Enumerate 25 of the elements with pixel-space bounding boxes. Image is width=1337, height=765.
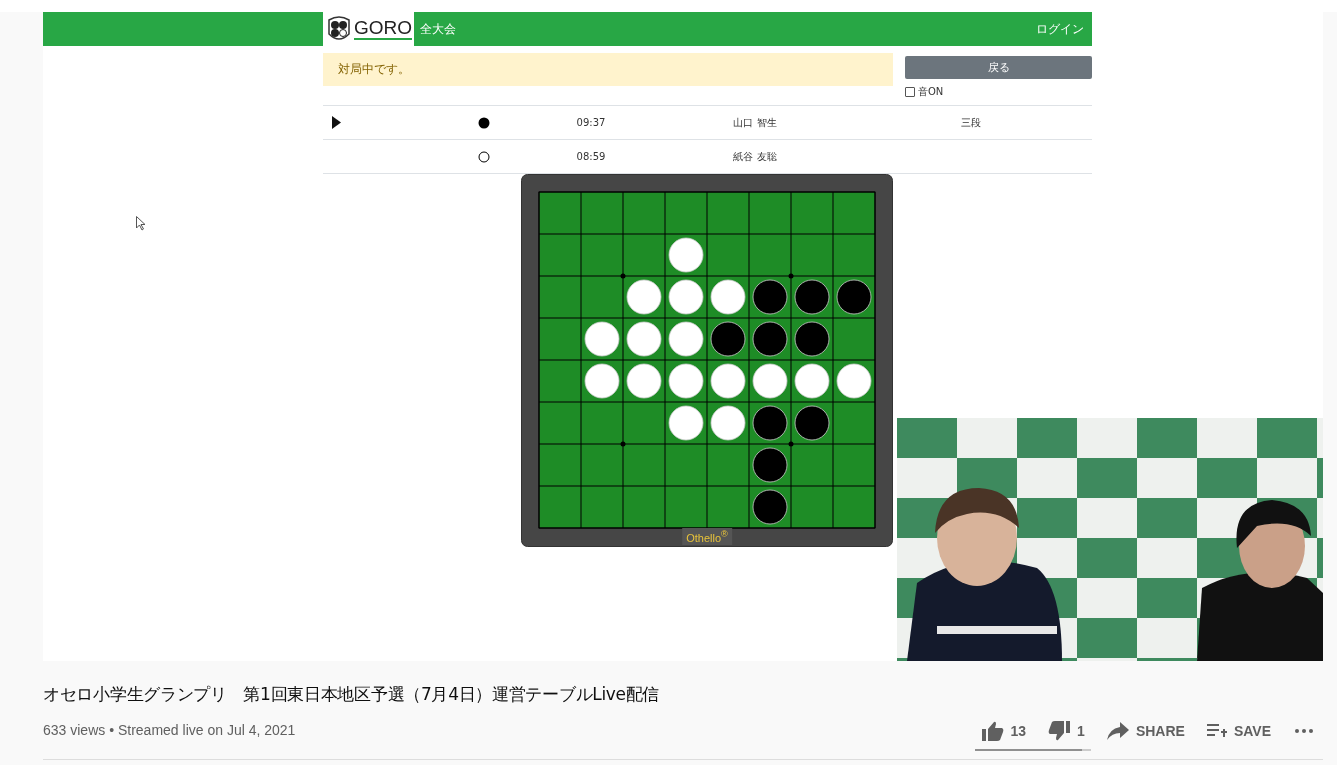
- video-title: オセロ小学生グランプリ 第1回東日本地区予選（7月4日）運営テーブルLive配信: [43, 683, 661, 706]
- time-remaining: 09:37: [576, 117, 606, 128]
- thumbs-down-icon: [1048, 721, 1071, 741]
- time-remaining: 08:59: [576, 151, 606, 162]
- board-brand-label: Othello$^{®}$: [682, 528, 732, 545]
- status-alert: 対局中です。: [323, 53, 893, 86]
- mouse-pointer-icon: [136, 216, 146, 231]
- like-button[interactable]: 13: [981, 721, 1027, 741]
- share-arrow-icon: [1106, 722, 1129, 740]
- share-button[interactable]: SHARE: [1106, 722, 1185, 740]
- video-meta: 633 views • Streamed live on Jul 4, 2021: [43, 722, 296, 738]
- player-rank: 三段: [961, 115, 981, 130]
- back-button[interactable]: 戻る: [905, 56, 1092, 79]
- playlist-add-icon: [1206, 723, 1227, 739]
- sound-checkbox[interactable]: [905, 87, 915, 97]
- nav-link[interactable]: 全大会: [420, 20, 456, 38]
- sound-label: 音ON: [918, 85, 944, 99]
- dislike-button[interactable]: 1: [1048, 721, 1085, 741]
- player-name: 山口 智生: [733, 115, 777, 130]
- login-link[interactable]: ログイン: [1036, 20, 1084, 38]
- player-name: 紙谷 友聡: [733, 149, 777, 164]
- more-dots-icon: [1295, 729, 1313, 733]
- thumbs-up-icon: [981, 721, 1004, 741]
- more-button[interactable]: [1295, 729, 1313, 733]
- save-button[interactable]: SAVE: [1206, 723, 1271, 739]
